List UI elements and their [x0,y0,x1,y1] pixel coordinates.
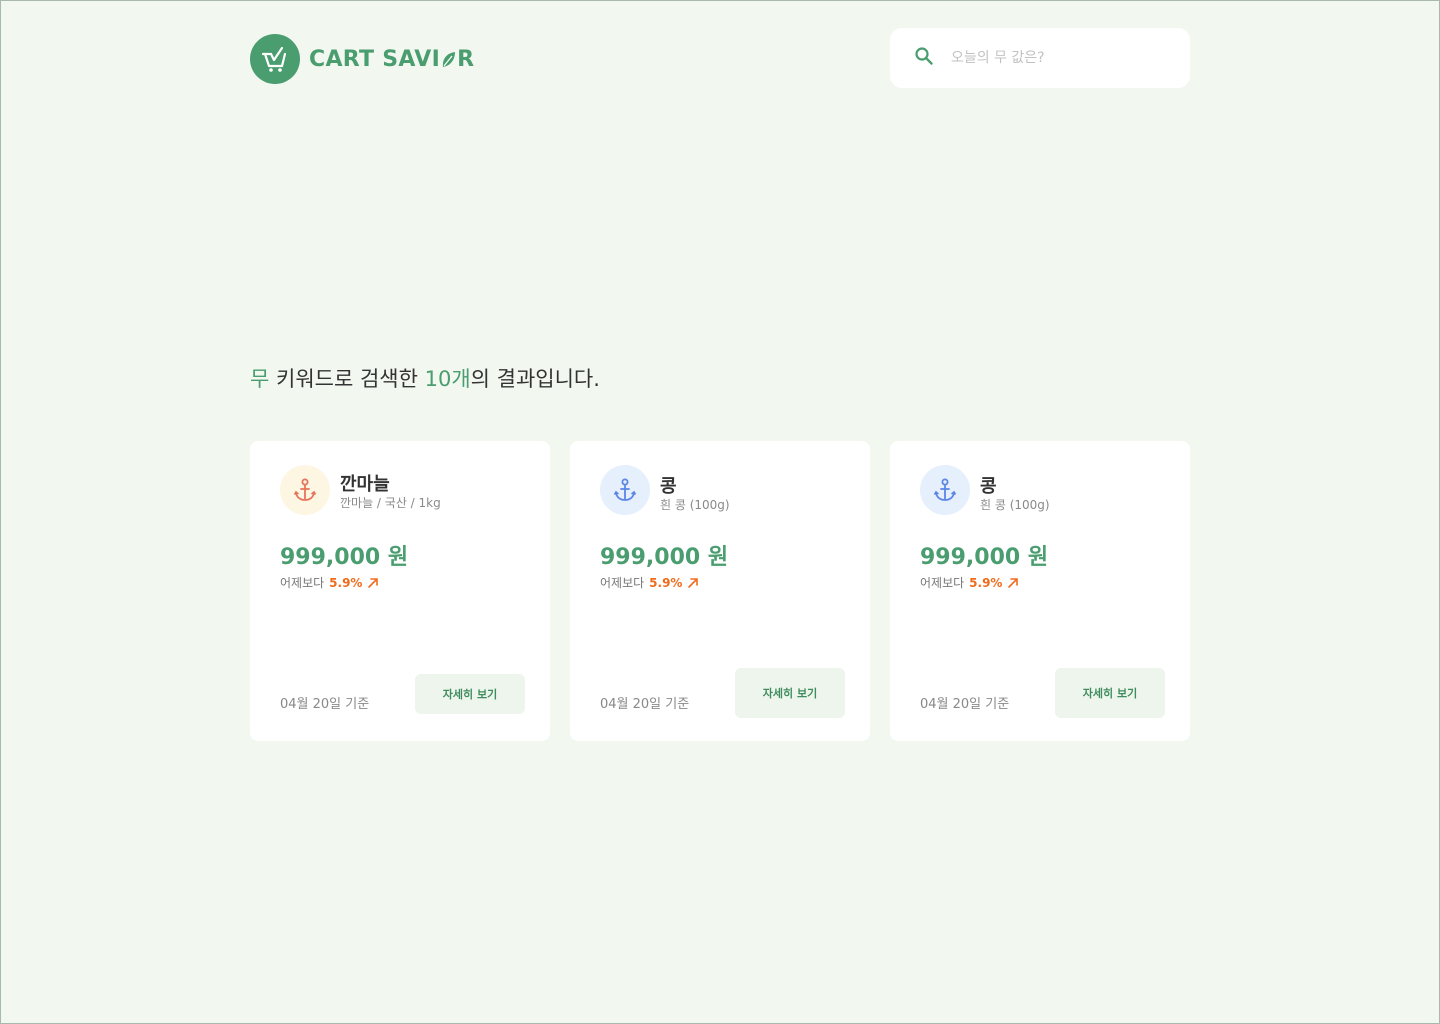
card-subtitle: 흰 콩 (100g) [980,498,1050,512]
card-price: 999,000 원 [920,545,1049,570]
card-date: 04월 20일 기준 [600,697,690,712]
search-box[interactable] [890,28,1190,88]
anchor-icon [293,478,317,501]
card-icon-wrap [920,465,970,515]
search-input[interactable] [949,49,1163,67]
leaf-icon [441,50,456,68]
brand-logo[interactable]: CART SAVI R [250,34,474,84]
brand-name: CART SAVI R [309,47,474,72]
product-card: 깐마늘 깐마늘 / 국산 / 1kg 999,000 원 어제보다 5.9% 0… [250,441,550,741]
view-details-button[interactable]: 자세히 보기 [735,668,845,718]
results-keyword: 무 [250,367,270,391]
price-change-label: 어제보다 [600,576,645,590]
results-heading: 무 키워드로 검색한 10개의 결과입니다. [250,363,600,393]
product-card: 콩 흰 콩 (100g) 999,000 원 어제보다 5.9% 04월 20일… [890,441,1190,741]
price-change-percent: 5.9% [969,575,1003,590]
card-icon-wrap [600,465,650,515]
card-date: 04월 20일 기준 [920,697,1010,712]
card-title: 콩 [980,476,997,497]
price-change-label: 어제보다 [280,576,325,590]
results-text-end: 의 결과입니다. [470,367,600,391]
view-details-button[interactable]: 자세히 보기 [1055,668,1165,718]
card-price: 999,000 원 [280,545,409,570]
brand-name-part2: R [457,46,475,72]
view-details-button[interactable]: 자세히 보기 [415,674,525,714]
card-date: 04월 20일 기준 [280,697,370,712]
price-change-percent: 5.9% [649,575,683,590]
card-price: 999,000 원 [600,545,729,570]
price-change-percent: 5.9% [329,575,363,590]
price-change: 어제보다 5.9% [920,574,1019,591]
card-subtitle: 흰 콩 (100g) [660,498,730,512]
basket-icon [250,34,300,84]
results-text-middle: 키워드로 검색한 [269,367,425,391]
arrow-up-right-icon [688,577,699,588]
card-subtitle: 깐마늘 / 국산 / 1kg [340,496,441,510]
search-icon[interactable] [914,46,934,70]
arrow-up-right-icon [1008,577,1019,588]
card-title: 콩 [660,476,677,497]
arrow-up-right-icon [368,577,379,588]
anchor-icon [933,478,957,501]
card-icon-wrap [280,465,330,515]
product-card: 콩 흰 콩 (100g) 999,000 원 어제보다 5.9% 04월 20일… [570,441,870,741]
brand-name-part1: CART SAVI [309,46,441,72]
price-change-label: 어제보다 [920,576,965,590]
results-count: 10개 [424,367,471,391]
card-title: 깐마늘 [340,474,390,495]
price-change: 어제보다 5.9% [280,574,379,591]
anchor-icon [613,478,637,501]
price-change: 어제보다 5.9% [600,574,699,591]
